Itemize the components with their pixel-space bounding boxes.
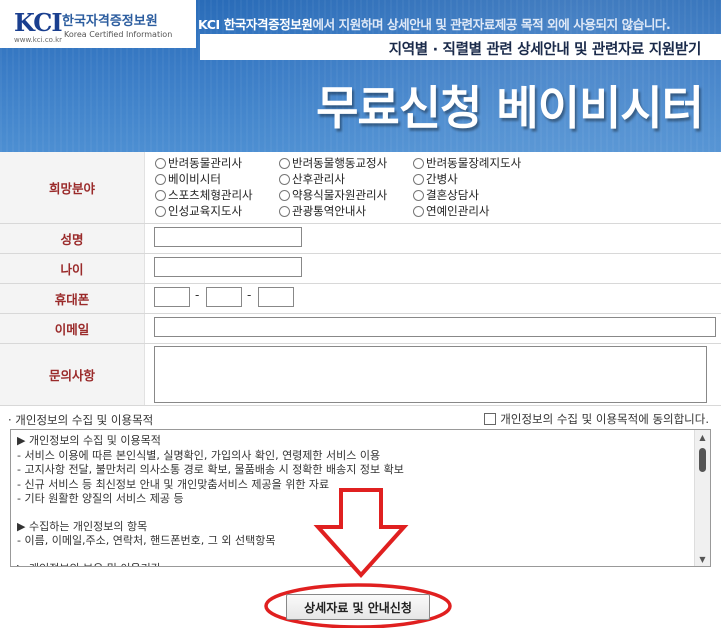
privacy-line: ▶ 개인정보의 보유 및 이용기간: [17, 562, 687, 567]
field-option[interactable]: 산후관리사: [279, 171, 345, 187]
submit-button[interactable]: 상세자료 및 안내신청: [286, 594, 430, 620]
field-option-label: 결혼상담사: [426, 188, 479, 202]
phone-field-wrap: - -: [145, 284, 721, 313]
subtitle-bar: 지역별 · 직렬별 관련 상세안내 및 관련자료 지원받기: [200, 34, 721, 60]
phone-input-1[interactable]: [154, 287, 190, 307]
field-option[interactable]: 인성교육지도사: [155, 203, 242, 219]
row-phone: 휴대폰 - -: [0, 284, 721, 314]
row-email: 이메일: [0, 314, 721, 344]
field-option[interactable]: 연예인관리사: [413, 203, 489, 219]
logo-english-name: Korea Certified Information: [64, 30, 173, 39]
field-option-radio[interactable]: [413, 157, 424, 169]
field-label: 희망분야: [0, 152, 145, 223]
notice-text: KCI 한국자격증정보원에서 지원하며 상세안내 및 관련자료제공 목적 외에 …: [198, 14, 718, 33]
privacy-line: - 기타 원활한 양질의 서비스 제공 등: [17, 492, 184, 505]
age-label: 나이: [0, 254, 145, 283]
privacy-textbox[interactable]: ▶ 개인정보의 수집 및 이용목적 - 서비스 이용에 따른 본인식별, 실명확인…: [10, 429, 711, 567]
logo: KCI www.kci.co.kr 한국자격증정보원 Korea Certifi…: [0, 0, 196, 48]
privacy-agree[interactable]: 개인정보의 수집 및 이용목적에 동의합니다.: [484, 411, 709, 427]
privacy-line: - 서비스 이용에 따른 본인식별, 실명확인, 가입의사 확인, 연령제한 서…: [17, 448, 381, 462]
field-option-radio[interactable]: [155, 173, 166, 185]
header-banner: KCI www.kci.co.kr 한국자격증정보원 Korea Certifi…: [0, 0, 721, 152]
phone-dash-1: -: [195, 288, 200, 302]
field-option[interactable]: 스포츠체형관리사: [155, 187, 253, 203]
inquiry-field-wrap: [145, 344, 721, 405]
field-option-radio[interactable]: [279, 189, 290, 201]
logo-url: www.kci.co.kr: [14, 36, 62, 44]
field-option-label: 스포츠체형관리사: [168, 188, 253, 202]
field-option-radio[interactable]: [155, 205, 166, 217]
subtitle: 지역별 · 직렬별 관련 상세안내 및 관련자료 지원받기: [388, 42, 702, 58]
logo-mark: KCI: [14, 8, 63, 37]
field-option-radio[interactable]: [413, 205, 424, 217]
page-title: 무료신청 베이비시터: [316, 81, 704, 135]
field-option-radio[interactable]: [155, 189, 166, 201]
phone-input-2[interactable]: [206, 287, 242, 307]
privacy-line: ▶ 수집하는 개인정보의 항목: [17, 519, 148, 533]
field-option-label: 산후관리사: [292, 172, 345, 186]
privacy-agree-checkbox[interactable]: [484, 413, 497, 425]
privacy-line: [17, 507, 687, 520]
email-input[interactable]: [154, 317, 716, 337]
inquiry-textarea[interactable]: [154, 346, 707, 403]
field-option[interactable]: 반려동물행동교정사: [279, 155, 387, 171]
field-option-radio[interactable]: [155, 157, 166, 169]
field-option[interactable]: 베이비시터: [155, 171, 221, 187]
field-option-radio[interactable]: [279, 205, 290, 217]
phone-dash-2: -: [247, 288, 252, 302]
field-option-label: 약용식물자원관리사: [292, 188, 388, 202]
field-option-label: 인성교육지도사: [168, 204, 243, 218]
privacy-line: [17, 549, 687, 562]
field-option-label: 간병사: [426, 172, 458, 186]
scroll-thumb[interactable]: [699, 448, 706, 472]
privacy-text: ▶ 개인정보의 수집 및 이용목적 - 서비스 이용에 따른 본인식별, 실명확인…: [17, 434, 687, 567]
privacy-scrollbar[interactable]: ▲ ▼: [694, 430, 710, 566]
inquiry-label: 문의사항: [0, 344, 145, 405]
field-option-label: 베이비시터: [168, 172, 221, 186]
field-option[interactable]: 관광통역안내사: [279, 203, 366, 219]
row-inquiry: 문의사항: [0, 344, 721, 406]
name-field-wrap: [145, 224, 721, 253]
privacy-line: - 고지사항 전달, 불만처리 의사소통 경로 확보, 물품배송 시 정확한 배…: [17, 463, 404, 476]
logo-name: 한국자격증정보원: [62, 14, 158, 29]
notice-org: KCI 한국자격증정보원: [198, 17, 313, 32]
age-input[interactable]: [154, 257, 302, 277]
field-option-radio[interactable]: [279, 173, 290, 185]
privacy-line: - 신규 서비스 등 최신정보 안내 및 개인맞춤서비스 제공을 위한 자료: [17, 477, 330, 491]
field-option-label: 반려동물장례지도사: [426, 156, 522, 170]
field-option-label: 연예인관리사: [426, 204, 490, 218]
scroll-down-icon[interactable]: ▼: [695, 552, 710, 566]
scroll-up-icon[interactable]: ▲: [695, 430, 710, 444]
field-option[interactable]: 결혼상담사: [413, 187, 479, 203]
row-name: 성명: [0, 224, 721, 254]
field-option-radio[interactable]: [413, 189, 424, 201]
email-label: 이메일: [0, 314, 145, 343]
field-option-label: 관광통역안내사: [292, 204, 367, 218]
field-option-radio[interactable]: [279, 157, 290, 169]
field-option-radio[interactable]: [413, 173, 424, 185]
field-option[interactable]: 간병사: [413, 171, 458, 187]
field-options: 반려동물관리사 반려동물행동교정사 반려동물장례지도사베이비시터 산후관리사 간병사스포…: [145, 152, 721, 223]
field-option[interactable]: 반려동물관리사: [155, 155, 242, 171]
privacy-agree-label: 개인정보의 수집 및 이용목적에 동의합니다.: [500, 412, 709, 426]
privacy-line: ▶ 개인정보의 수집 및 이용목적: [17, 434, 161, 447]
field-option-label: 반려동물행동교정사: [292, 156, 388, 170]
age-field-wrap: [145, 254, 721, 283]
phone-input-3[interactable]: [258, 287, 294, 307]
name-label: 성명: [0, 224, 145, 253]
privacy-heading: · 개인정보의 수집 및 이용목적: [8, 413, 154, 427]
notice-rest: 에서 지원하며 상세안내 및 관련자료제공 목적 외에 사용되지 않습니다.: [312, 17, 671, 32]
name-input[interactable]: [154, 227, 302, 247]
field-option-label: 반려동물관리사: [168, 156, 243, 170]
row-field: 희망분야 반려동물관리사 반려동물행동교정사 반려동물장례지도사베이비시터 산후관리사…: [0, 152, 721, 224]
email-field-wrap: [145, 314, 721, 343]
row-age: 나이: [0, 254, 721, 284]
privacy-line: - 이름, 이메일,주소, 연락처, 핸드폰번호, 그 외 선택항목: [17, 534, 276, 547]
field-option[interactable]: 약용식물자원관리사: [279, 187, 387, 203]
field-option[interactable]: 반려동물장례지도사: [413, 155, 521, 171]
phone-label: 휴대폰: [0, 284, 145, 313]
